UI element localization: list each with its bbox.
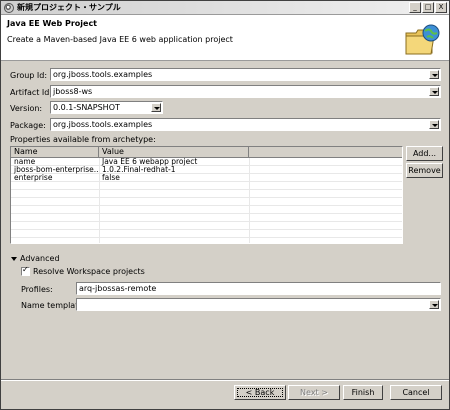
wizard-description: Create a Maven-based Java EE 6 web appli… — [7, 35, 233, 44]
table-row[interactable]: enterprise false — [11, 174, 402, 182]
chevron-down-icon[interactable] — [429, 120, 439, 129]
empty-row — [11, 230, 402, 238]
row-name: jboss-bom-enterprise... — [14, 166, 99, 174]
advanced-label[interactable]: Advanced — [20, 254, 60, 263]
profiles-value: arq-jbossas-remote — [79, 284, 157, 293]
column-header-empty — [249, 147, 402, 158]
artifact-id-combo[interactable]: jboss8-ws — [50, 85, 441, 98]
row-name: name — [14, 158, 36, 166]
minimize-button[interactable]: _ — [409, 2, 421, 13]
properties-table[interactable]: Name Value name Java EE 6 webapp project… — [10, 146, 403, 244]
new-project-dialog: 新規プロジェクト・サンプル _ □ X Java EE Web Project … — [0, 0, 450, 410]
version-combo[interactable]: 0.0.1-SNAPSHOT — [50, 101, 163, 114]
remove-property-button[interactable]: Remove — [406, 163, 443, 178]
group-id-label: Group Id: — [10, 71, 48, 80]
next-button[interactable]: Next > — [288, 385, 340, 400]
empty-row — [11, 214, 402, 222]
artifact-id-label: Artifact Id: — [10, 88, 53, 97]
package-value: org.jboss.tools.examples — [53, 120, 153, 129]
empty-row — [11, 206, 402, 214]
artifact-id-value: jboss8-ws — [53, 87, 93, 96]
column-header-name[interactable]: Name — [11, 147, 99, 158]
cancel-button[interactable]: Cancel — [390, 385, 442, 400]
chevron-down-icon[interactable] — [429, 70, 439, 79]
table-row[interactable]: jboss-bom-enterprise... 1.0.2.Final-redh… — [11, 166, 402, 174]
empty-row — [11, 222, 402, 230]
empty-row — [11, 190, 402, 198]
wizard-banner: Java EE Web Project Create a Maven-based… — [1, 15, 449, 61]
group-id-value: org.jboss.tools.examples — [53, 70, 153, 79]
row-value: false — [102, 174, 120, 182]
row-name: enterprise — [14, 174, 53, 182]
table-row[interactable]: name Java EE 6 webapp project — [11, 158, 402, 166]
resolve-workspace-checkbox[interactable] — [21, 265, 30, 276]
chevron-down-icon[interactable] — [429, 87, 439, 96]
finish-button[interactable]: Finish — [343, 385, 383, 400]
title-bar: 新規プロジェクト・サンプル _ □ X — [1, 1, 449, 15]
footer-separator — [1, 379, 449, 381]
column-header-value[interactable]: Value — [99, 147, 249, 158]
version-label: Version: — [10, 104, 43, 113]
empty-row — [11, 198, 402, 206]
window-title: 新規プロジェクト・サンプル — [17, 3, 121, 12]
advanced-toggle-icon[interactable] — [11, 257, 17, 261]
package-label: Package: — [10, 121, 46, 130]
wizard-heading: Java EE Web Project — [7, 19, 98, 28]
version-value: 0.0.1-SNAPSHOT — [53, 103, 120, 112]
package-combo[interactable]: org.jboss.tools.examples — [50, 118, 441, 131]
profiles-field[interactable]: arq-jbossas-remote — [76, 282, 441, 295]
table-header: Name Value — [11, 147, 402, 158]
eclipse-icon — [4, 3, 14, 13]
maximize-button[interactable]: □ — [422, 2, 434, 13]
resolve-workspace-label[interactable]: Resolve Workspace projects — [33, 267, 145, 276]
group-id-combo[interactable]: org.jboss.tools.examples — [50, 68, 441, 81]
row-value: Java EE 6 webapp project — [102, 158, 198, 166]
chevron-down-icon[interactable] — [429, 300, 439, 309]
back-button[interactable]: < Back — [234, 385, 286, 400]
add-property-button[interactable]: Add... — [406, 146, 443, 161]
close-button[interactable]: X — [435, 2, 447, 13]
profiles-label: Profiles: — [21, 285, 53, 294]
name-template-combo[interactable] — [76, 298, 441, 311]
chevron-down-icon[interactable] — [151, 103, 161, 112]
properties-label: Properties available from archetype: — [10, 135, 156, 144]
row-value: 1.0.2.Final-redhat-1 — [102, 166, 176, 174]
empty-row — [11, 182, 402, 190]
folder-globe-icon — [405, 24, 440, 55]
